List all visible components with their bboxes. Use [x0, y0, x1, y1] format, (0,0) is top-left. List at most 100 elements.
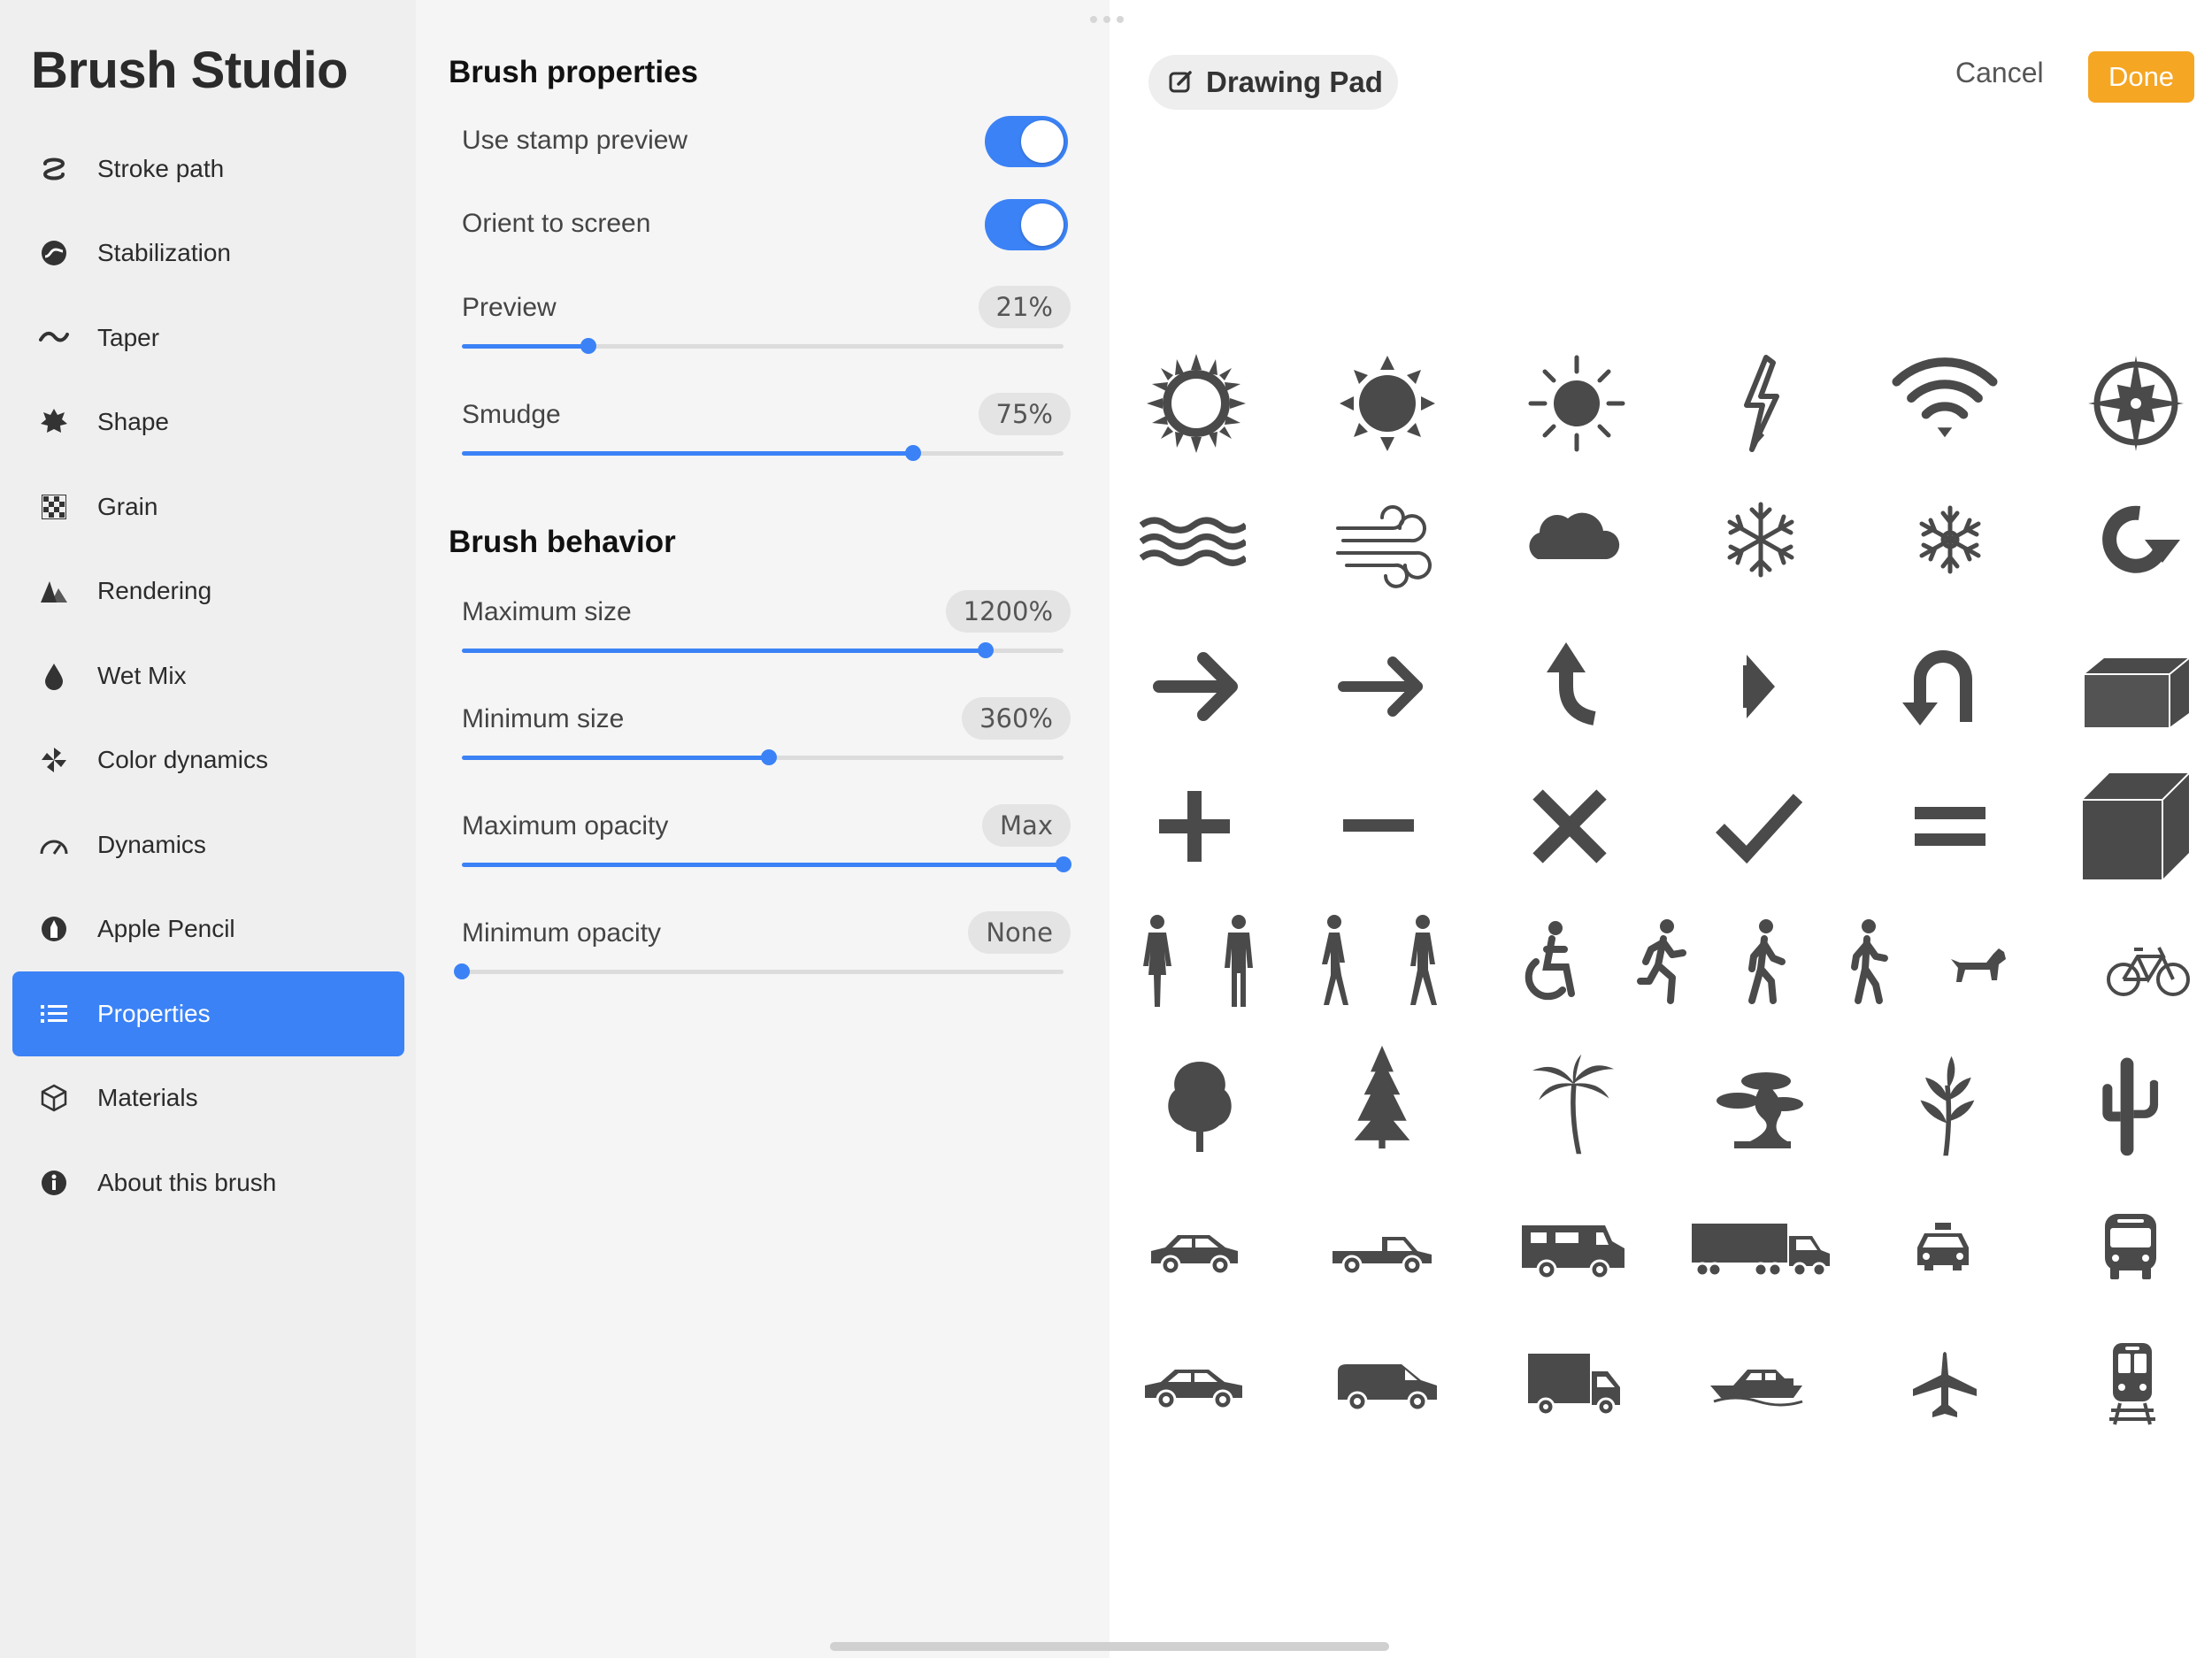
- done-button[interactable]: Done: [2088, 51, 2194, 103]
- sidebar-item-label: Materials: [97, 1084, 198, 1112]
- chevron-arrow-icon: [1708, 633, 1814, 740]
- orient-to-screen-label: Orient to screen: [462, 209, 651, 238]
- sidebar-item-stroke-path[interactable]: Stroke path: [12, 127, 404, 211]
- sidebar-item-stabilization[interactable]: Stabilization: [12, 211, 404, 296]
- woman-walking-icon: [1308, 913, 1361, 1010]
- sidebar-item-apple-pencil[interactable]: Apple Pencil: [12, 887, 404, 972]
- cancel-button[interactable]: Cancel: [1955, 57, 2044, 89]
- sidebar-item-grain[interactable]: Grain: [12, 464, 404, 549]
- minimum-opacity-label: Minimum opacity: [462, 918, 662, 948]
- van-icon: [1334, 1359, 1440, 1412]
- use-stamp-preview-toggle[interactable]: [985, 116, 1068, 167]
- sidebar-item-color-dynamics[interactable]: Color dynamics: [12, 718, 404, 803]
- smudge-value[interactable]: 75%: [978, 393, 1071, 435]
- plus-icon: [1141, 773, 1248, 879]
- window-grabber[interactable]: [1090, 16, 1125, 25]
- slider-fill: [462, 451, 913, 456]
- tree-icon: [1147, 1053, 1253, 1159]
- sidebar-item-shape[interactable]: Shape: [12, 380, 404, 465]
- turn-left-arrow-icon: [1520, 633, 1626, 740]
- home-indicator[interactable]: [830, 1642, 1389, 1651]
- sidebar-item-label: Taper: [97, 323, 160, 351]
- airplane-icon: [1909, 1350, 1980, 1421]
- slider-thumb[interactable]: [977, 642, 994, 658]
- dog-icon: [1947, 941, 2009, 994]
- maximum-size-slider[interactable]: [462, 642, 1064, 658]
- cactus-icon: [2074, 1053, 2180, 1159]
- compass-icon: [2083, 350, 2189, 457]
- sidebar-item-properties[interactable]: Properties: [12, 971, 404, 1056]
- hiker-icon: [1738, 917, 1791, 1006]
- train-icon: [2106, 1341, 2159, 1426]
- sun-icon: [1143, 350, 1249, 457]
- sidebar: Brush Studio Stroke path Stabilization T…: [0, 0, 416, 1658]
- sidebar-item-dynamics[interactable]: Dynamics: [12, 802, 404, 887]
- minimum-size-slider[interactable]: [462, 749, 1064, 765]
- slider-fill: [462, 863, 1064, 867]
- minimum-size-value[interactable]: 360%: [962, 697, 1071, 740]
- shape-icon: [39, 407, 69, 437]
- boat-icon: [1709, 1354, 1806, 1407]
- wifi-icon: [1892, 345, 1998, 451]
- preview-label: Preview: [462, 293, 557, 322]
- drawing-pad-button[interactable]: Drawing Pad: [1148, 55, 1398, 110]
- man-standing-icon: [1212, 913, 1265, 1010]
- sun-icon: [1524, 350, 1630, 457]
- maximum-opacity-value[interactable]: Max: [982, 804, 1071, 847]
- sidebar-item-label: Dynamics: [97, 830, 206, 858]
- properties-panel: Brush properties Use stamp preview Orien…: [416, 0, 1110, 1658]
- multiply-icon: [1517, 773, 1623, 879]
- sidebar-item-label: Stabilization: [97, 239, 231, 267]
- minus-icon: [1325, 773, 1432, 879]
- checkmark-icon: [1706, 773, 1812, 879]
- wind-icon: [1331, 493, 1437, 599]
- sidebar-item-taper[interactable]: Taper: [12, 296, 404, 380]
- rv-icon: [1520, 1220, 1626, 1282]
- preview-slider[interactable]: [462, 338, 1064, 354]
- edit-icon: [1168, 69, 1194, 96]
- materials-icon: [39, 1083, 69, 1113]
- color-dynamics-icon: [39, 745, 69, 775]
- smudge-slider[interactable]: [462, 445, 1064, 461]
- minimum-opacity-value[interactable]: None: [968, 911, 1071, 954]
- slider-thumb[interactable]: [905, 445, 921, 461]
- slider-thumb[interactable]: [454, 963, 470, 979]
- sidebar-item-rendering[interactable]: Rendering: [12, 549, 404, 634]
- slider-fill: [462, 756, 769, 760]
- minimum-opacity-slider[interactable]: [454, 963, 1064, 979]
- arrow-right-icon: [1331, 633, 1437, 740]
- bonsai-icon: [1708, 1053, 1814, 1159]
- apple-pencil-icon: [39, 914, 69, 944]
- snowflake-icon: [1897, 487, 2003, 593]
- stabilization-icon: [39, 238, 69, 268]
- sidebar-item-materials[interactable]: Materials: [12, 1056, 404, 1141]
- toggle-knob: [1021, 203, 1064, 246]
- cube-icon: [2083, 772, 2190, 879]
- slider-thumb[interactable]: [760, 749, 777, 765]
- sidebar-item-wet-mix[interactable]: Wet Mix: [12, 633, 404, 718]
- orient-to-screen-toggle[interactable]: [985, 199, 1068, 250]
- sidebar-item-label: Stroke path: [97, 154, 225, 182]
- sidebar-item-label: Properties: [97, 999, 211, 1027]
- walker-icon: [1842, 917, 1895, 1006]
- preview-value[interactable]: 21%: [978, 286, 1071, 328]
- sidebar-item-label: Apple Pencil: [97, 915, 235, 943]
- drawing-pad-label: Drawing Pad: [1206, 65, 1383, 98]
- minimum-size-label: Minimum size: [462, 704, 625, 733]
- snowflake-icon: [1708, 487, 1814, 593]
- man-walking-icon: [1396, 913, 1449, 1010]
- slider-thumb[interactable]: [1056, 856, 1071, 872]
- sidebar-item-label: Color dynamics: [97, 746, 268, 774]
- taper-icon: [39, 323, 69, 353]
- equals-icon: [1897, 773, 2003, 879]
- sidebar-nav: Stroke path Stabilization Taper Shape Gr…: [12, 127, 404, 1225]
- maximum-opacity-slider[interactable]: [462, 856, 1071, 872]
- bus-icon: [2100, 1212, 2162, 1283]
- lightning-icon: [1708, 350, 1814, 457]
- maximum-size-value[interactable]: 1200%: [945, 590, 1071, 633]
- app-title: Brush Studio: [31, 42, 349, 99]
- sidebar-item-about[interactable]: About this brush: [12, 1140, 404, 1225]
- arrow-right-icon: [1145, 633, 1251, 740]
- slider-thumb[interactable]: [580, 338, 596, 354]
- sedan-icon: [1141, 1359, 1248, 1412]
